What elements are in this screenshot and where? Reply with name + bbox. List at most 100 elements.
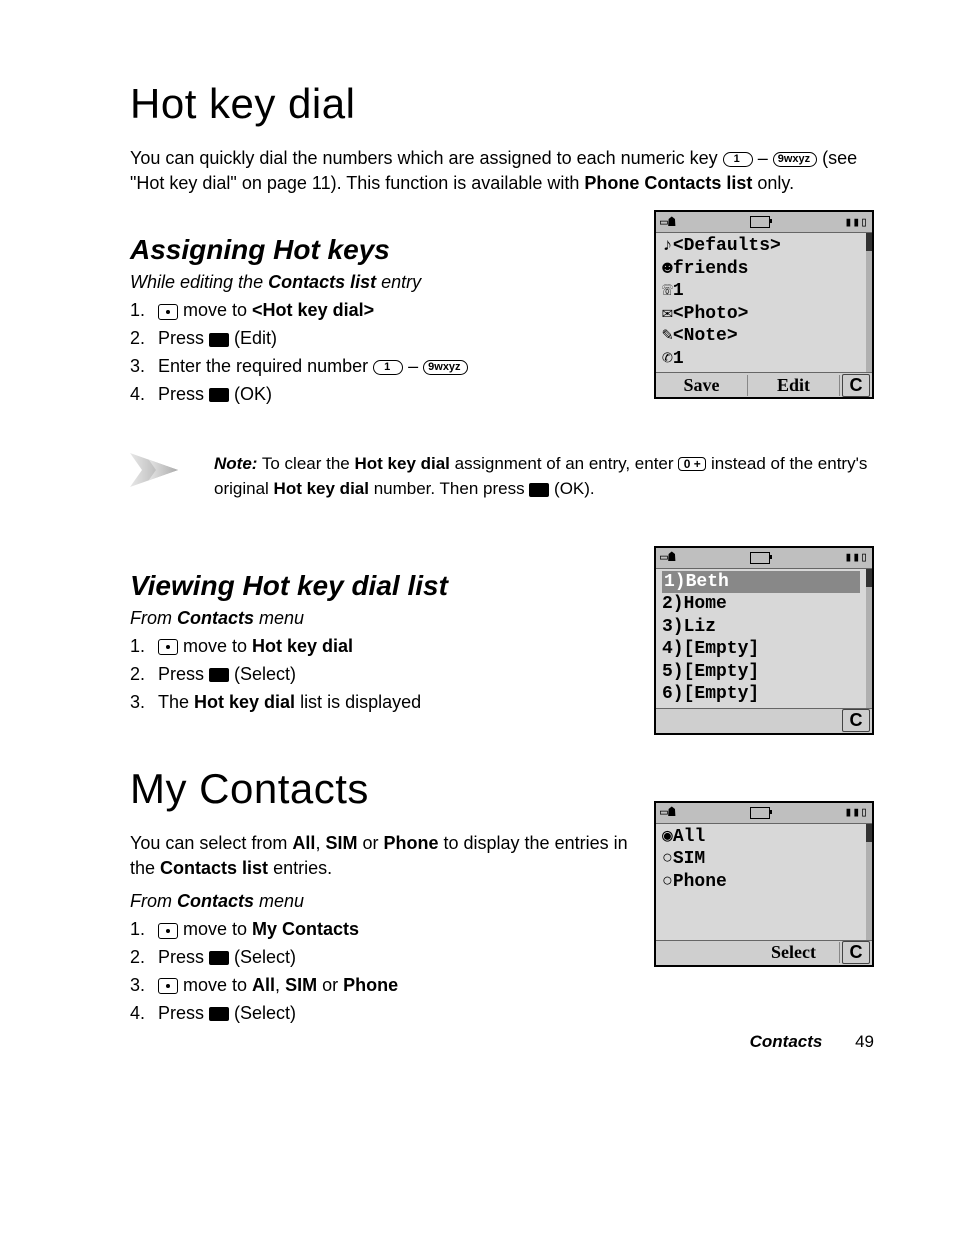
phone-row: 4)[Empty]	[662, 638, 860, 661]
step: Enter the required number 1 – 9wxyz	[150, 353, 630, 381]
lead-text: While editing the	[130, 272, 268, 292]
nav-key-icon	[158, 639, 178, 655]
step: Press (Select)	[150, 661, 630, 689]
step-text: move to	[178, 636, 252, 656]
lead-bold: Contacts list	[268, 272, 376, 292]
step-text: (Select)	[229, 664, 296, 684]
note-bold: Hot key dial	[274, 479, 369, 498]
intro-text: only.	[757, 173, 794, 193]
step: move to All, SIM or Phone	[150, 972, 630, 1000]
battery-icon	[750, 552, 770, 564]
center-key-icon	[209, 1007, 229, 1021]
step-text: –	[403, 356, 423, 376]
step-text: move to	[178, 975, 252, 995]
step: move to <Hot key dial>	[150, 297, 630, 325]
step-text: Enter the required number	[158, 356, 373, 376]
p-bold: Phone	[383, 833, 438, 853]
nav-key-icon	[158, 304, 178, 320]
phone-row-selected: 1)Beth	[662, 571, 860, 594]
p-text: or	[357, 833, 383, 853]
scroll-thumb	[866, 569, 872, 587]
footer-section: Contacts	[750, 1032, 823, 1051]
lead-text: From	[130, 608, 177, 628]
softkey-middle: Select	[748, 942, 840, 963]
note-bold: Hot key dial	[354, 454, 449, 473]
p-text: entries.	[268, 858, 332, 878]
page-title: Hot key dial	[130, 80, 874, 128]
step-bold: My Contacts	[252, 919, 359, 939]
phone-row: ☏1	[662, 280, 860, 303]
note-span: (OK).	[549, 479, 594, 498]
phone-softkeys: C	[656, 708, 872, 733]
step-bold: SIM	[285, 975, 317, 995]
step: Press (Select)	[150, 944, 630, 972]
p-text: You can select from	[130, 833, 292, 853]
step-text: Press	[158, 947, 209, 967]
phone-softkeys: Select C	[656, 940, 872, 965]
intro-text: You can quickly dial the numbers which a…	[130, 148, 723, 168]
step: move to Hot key dial	[150, 633, 630, 661]
step: move to My Contacts	[150, 916, 630, 944]
note-span: To clear the	[262, 454, 355, 473]
phone-screenshot-list: ▭☗ ▮▮▯ 1)Beth 2)Home 3)Liz 4)[Empty] 5)[…	[654, 546, 874, 735]
note-block: Note: To clear the Hot key dial assignme…	[130, 451, 874, 502]
phone-status-bar: ▭☗ ▮▮▯	[656, 212, 872, 233]
phone-row: ✉<Photo>	[662, 303, 860, 326]
step-text: (Select)	[229, 1003, 296, 1023]
phone-row: ✆1	[662, 348, 860, 371]
note-span: assignment of an entry, enter	[450, 454, 678, 473]
center-key-icon	[209, 333, 229, 347]
softkey-clear: C	[842, 709, 870, 732]
center-key-icon	[209, 951, 229, 965]
note-span: number. Then press	[369, 479, 529, 498]
phone-body: ◉All ○SIM ○Phone	[656, 824, 872, 940]
signal-icon: ▮▮▯	[845, 805, 868, 820]
step-bold: Hot key dial	[252, 636, 353, 656]
lead-text: menu	[254, 891, 304, 911]
phone-row: ☻friends	[662, 258, 860, 281]
step-text: (OK)	[229, 384, 272, 404]
section-title-mycontacts: My Contacts	[130, 765, 630, 813]
phone-row: 5)[Empty]	[662, 661, 860, 684]
step-text: Press	[158, 384, 209, 404]
step: Press (Edit)	[150, 325, 630, 353]
step-text: ,	[275, 975, 285, 995]
step-text: Press	[158, 328, 209, 348]
view-lead: From Contacts menu	[130, 608, 630, 629]
note-text: Note: To clear the Hot key dial assignme…	[214, 451, 874, 502]
step-text: move to	[183, 300, 252, 320]
nav-key-icon	[158, 978, 178, 994]
subheading-assigning: Assigning Hot keys	[130, 234, 630, 266]
mycontacts-steps: move to My Contacts Press (Select) move …	[130, 916, 630, 1028]
p-bold: All	[292, 833, 315, 853]
nav-key-icon	[158, 923, 178, 939]
step-bold: Phone	[343, 975, 398, 995]
softkey-left: Save	[656, 375, 748, 396]
softkey-middle: Edit	[748, 375, 840, 396]
phone-status-bar: ▭☗ ▮▮▯	[656, 803, 872, 824]
step-text: list is displayed	[295, 692, 421, 712]
phone-row: 6)[Empty]	[662, 683, 860, 706]
scroll-thumb	[866, 233, 872, 251]
step-text: Press	[158, 1003, 209, 1023]
subheading-viewing: Viewing Hot key dial list	[130, 570, 630, 602]
assign-lead: While editing the Contacts list entry	[130, 272, 630, 293]
home-icon: ▭☗	[660, 215, 676, 230]
step: Press (Select)	[150, 1000, 630, 1028]
phone-row: ○Phone	[662, 871, 860, 894]
assign-steps: move to <Hot key dial> Press (Edit) Ente…	[130, 297, 630, 409]
signal-icon: ▮▮▯	[845, 550, 868, 565]
page-footer: Contacts 49	[750, 1032, 874, 1052]
step-bold: <Hot key dial>	[252, 300, 374, 320]
phone-row: 3)Liz	[662, 616, 860, 639]
phone-screenshot-edit: ▭☗ ▮▮▯ ♪<Defaults> ☻friends ☏1 ✉<Photo> …	[654, 210, 874, 399]
step-text: Press	[158, 664, 209, 684]
step-bold: All	[252, 975, 275, 995]
key-9-icon: 9wxyz	[423, 360, 467, 375]
step: The Hot key dial list is displayed	[150, 689, 630, 717]
p-bold: Contacts list	[160, 858, 268, 878]
intro-bold: Phone Contacts list	[584, 173, 752, 193]
intro-text: –	[758, 148, 773, 168]
step-bold: Hot key dial	[194, 692, 295, 712]
scroll-thumb	[866, 824, 872, 842]
